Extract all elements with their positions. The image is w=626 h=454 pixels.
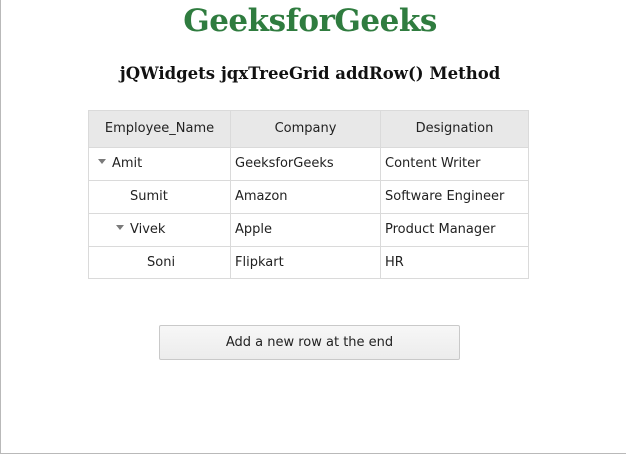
table-row[interactable]: Soni Flipkart HR [89, 247, 528, 280]
employee-name-cell: Soni [147, 247, 175, 279]
company-cell: GeeksforGeeks [235, 156, 334, 171]
company-cell: Apple [235, 222, 273, 237]
company-cell: Flipkart [235, 255, 284, 270]
column-header-company[interactable]: Company [231, 111, 380, 147]
table-row[interactable]: Vivek Apple Product Manager [89, 214, 528, 247]
grid-header: Employee_Name Company Designation [89, 111, 528, 148]
table-row[interactable]: Amit GeeksforGeeks Content Writer [89, 148, 528, 181]
table-row[interactable]: Sumit Amazon Software Engineer [89, 181, 528, 214]
column-header-designation[interactable]: Designation [381, 111, 528, 147]
caret-down-icon[interactable] [116, 225, 124, 230]
employee-name: Sumit [130, 189, 168, 204]
employee-name-cell: Vivek [116, 214, 165, 246]
employee-name-cell: Amit [98, 148, 142, 180]
designation-cell: Product Manager [385, 222, 496, 237]
employee-name: Soni [147, 255, 176, 270]
page-subtitle: jQWidgets jqxTreeGrid addRow() Method [119, 64, 501, 83]
brand-title: GeeksforGeeks [183, 3, 437, 39]
designation-cell: HR [385, 255, 404, 270]
designation-cell: Software Engineer [385, 189, 505, 204]
employee-name-cell: Sumit [130, 181, 168, 213]
add-row-button[interactable]: Add a new row at the end [159, 325, 460, 360]
employee-name: Vivek [130, 222, 166, 237]
tree-grid: Employee_Name Company Designation Amit G… [88, 110, 529, 279]
company-cell: Amazon [235, 189, 288, 204]
designation-cell: Content Writer [385, 156, 481, 171]
caret-down-icon[interactable] [98, 159, 106, 164]
column-header-employee-name[interactable]: Employee_Name [89, 111, 230, 147]
employee-name: Amit [112, 156, 143, 171]
